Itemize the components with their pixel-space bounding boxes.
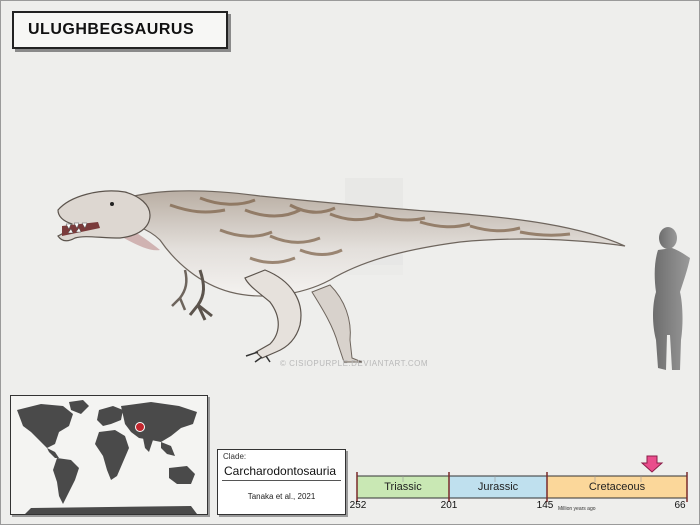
clade-name: Carcharodontosauria <box>224 464 337 478</box>
tick-66: 66 <box>674 500 686 511</box>
period-triassic: Triassic <box>384 481 422 493</box>
divider <box>222 480 341 481</box>
watermark-text: © CISIOPURPLE.DEVIANTART.COM <box>280 359 429 368</box>
geologic-timeline: Triassic Jurassic Cretaceous 252 201 145… <box>350 450 689 512</box>
continents <box>17 400 197 514</box>
world-map <box>10 395 208 515</box>
dinosaur-illustration <box>57 190 626 363</box>
tick-252: 252 <box>349 500 367 511</box>
unit-label: Million years ago <box>558 506 596 512</box>
location-marker <box>135 422 145 432</box>
clade-info-box: Clade: Carcharodontosauria Tanaka et al.… <box>217 449 346 515</box>
period-cretaceous: Cretaceous <box>588 481 646 493</box>
clade-label: Clade: <box>223 452 247 461</box>
time-marker-arrow <box>640 455 664 473</box>
citation: Tanaka et al., 2021 <box>247 492 316 501</box>
world-map-graphic <box>17 400 197 514</box>
tick-201: 201 <box>440 500 458 511</box>
period-jurassic: Jurassic <box>477 481 519 493</box>
human-scale-silhouette <box>653 227 690 370</box>
tick-145: 145 <box>536 500 554 511</box>
